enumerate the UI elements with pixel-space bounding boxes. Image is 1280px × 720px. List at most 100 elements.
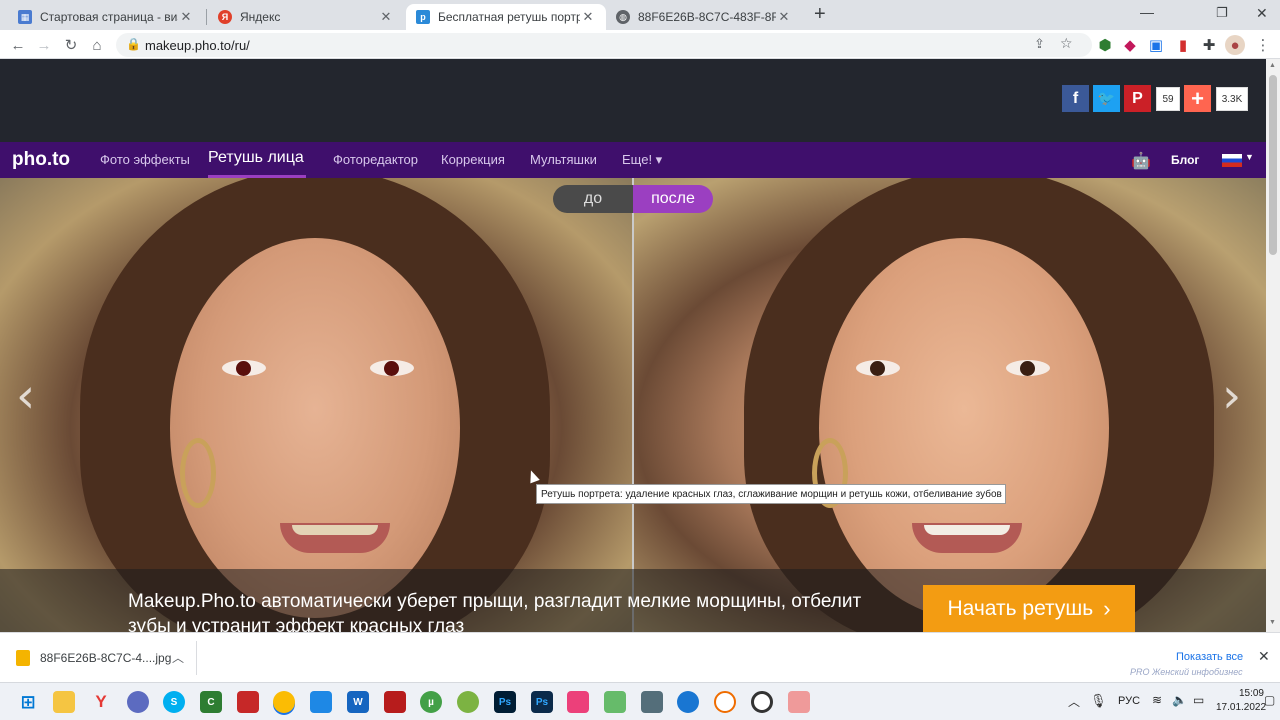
facebook-icon[interactable]: f <box>1062 85 1089 112</box>
home-icon[interactable]: ⌂ <box>87 35 107 55</box>
notepad-icon[interactable] <box>310 691 332 713</box>
word-icon[interactable]: W <box>347 691 369 713</box>
tab-title: Яндекс <box>240 10 281 24</box>
tab-photo-retouch[interactable]: p Бесплатная ретушь портретных ✕ <box>406 4 606 30</box>
scroll-down-icon[interactable]: ▼ <box>1269 619 1276 626</box>
snipping-tool-icon[interactable] <box>567 691 589 713</box>
caption-bar: Makeup.Pho.to автоматически уберет прыщи… <box>0 569 1266 632</box>
nav-blog[interactable]: Блог <box>1171 153 1199 167</box>
photo-icon: p <box>416 10 430 24</box>
android-icon[interactable]: 🤖 <box>1131 151 1151 171</box>
tab-start-page[interactable]: ▦ Стартовая страница - визуальн ✕ <box>8 4 204 30</box>
windows-start-icon[interactable]: ⊞ <box>17 691 39 713</box>
nav-photo-editor[interactable]: Фоторедактор <box>333 152 418 167</box>
clock-date[interactable]: 17.01.2022 <box>1216 702 1266 713</box>
nav-cartoons[interactable]: Мультяшки <box>530 152 597 167</box>
nav-correction[interactable]: Коррекция <box>441 152 505 167</box>
photoshop-alt-icon[interactable]: Ps <box>531 691 553 713</box>
chrome-icon[interactable] <box>273 691 295 713</box>
close-window-button[interactable]: ✕ <box>1256 5 1268 22</box>
main-nav: pho.to Фото эффекты Ретушь лица Фотореда… <box>0 142 1266 178</box>
tab-image[interactable]: ◍ 88F6E26B-8C7C-483F-8F9B-AF2 ✕ <box>606 4 802 30</box>
close-icon[interactable]: ✕ <box>776 9 792 25</box>
before-button[interactable]: до <box>553 185 633 213</box>
start-retouch-label: Начать ретушь <box>947 596 1094 620</box>
hero-caption: Makeup.Pho.to автоматически уберет прыщи… <box>128 591 862 632</box>
puzzle-icon[interactable]: ✚ <box>1199 35 1219 55</box>
minimize-button[interactable]: — <box>1140 4 1154 20</box>
close-icon[interactable]: ✕ <box>580 9 596 25</box>
page-scrollbar[interactable]: ▲ ▼ <box>1266 59 1280 632</box>
new-tab-button[interactable]: + <box>814 3 826 26</box>
extension-color-icon[interactable]: ◆ <box>1120 35 1140 55</box>
start-retouch-button[interactable]: Начать ретушь › <box>923 585 1135 632</box>
close-icon[interactable]: ✕ <box>378 9 394 25</box>
share-icon[interactable]: ⇪ <box>1034 36 1045 52</box>
wifi-icon[interactable]: ≋ <box>1152 693 1162 707</box>
media-player-icon[interactable] <box>714 691 736 713</box>
nav-face-retouch[interactable]: Ретушь лица <box>208 149 304 167</box>
pinterest-count: 59 <box>1156 87 1180 111</box>
addthis-plus-icon[interactable]: + <box>1184 85 1211 112</box>
close-icon[interactable]: ✕ <box>178 9 194 25</box>
chevron-down-icon[interactable]: ▼ <box>1245 152 1254 162</box>
download-file-name[interactable]: 88F6E26B-8C7C-4....jpg <box>40 651 171 665</box>
star-icon[interactable]: ☆ <box>1060 35 1073 52</box>
avatar[interactable]: ● <box>1225 35 1245 55</box>
slider-divider[interactable] <box>632 178 634 632</box>
pdf-app-icon[interactable] <box>384 691 406 713</box>
web-page: f 🐦 P 59 + 3.3K pho.to Фото эффекты Рету… <box>0 59 1266 632</box>
notification-icon[interactable]: ▢ <box>1264 693 1275 707</box>
before-after-slider[interactable]: до после ‹ › Ретушь портрета: удаление к… <box>0 178 1266 632</box>
clock-time[interactable]: 15:09 <box>1216 688 1264 699</box>
volume-icon[interactable]: 🔈 <box>1172 693 1187 707</box>
menu-kebab-icon[interactable]: ⋮ <box>1253 35 1273 55</box>
forward-icon[interactable]: → <box>34 35 54 55</box>
red-app-icon[interactable] <box>237 691 259 713</box>
nav-photo-effects[interactable]: Фото эффекты <box>100 152 190 167</box>
droplet-app-icon[interactable] <box>127 691 149 713</box>
scroll-up-icon[interactable]: ▲ <box>1269 62 1276 69</box>
globe-app-icon[interactable] <box>677 691 699 713</box>
before-after-toggle: до после <box>553 185 713 213</box>
extension-shield-icon[interactable]: ⬢ <box>1095 35 1115 55</box>
extension-n-icon[interactable]: ▣ <box>1146 35 1166 55</box>
skype-icon[interactable]: S <box>163 691 185 713</box>
twitter-icon[interactable]: 🐦 <box>1093 85 1120 112</box>
maximize-button[interactable]: ❐ <box>1216 5 1228 21</box>
green-leaf-app-icon[interactable] <box>604 691 626 713</box>
close-icon[interactable]: ✕ <box>1258 648 1270 665</box>
extension-flag-icon[interactable]: ▮ <box>1173 35 1193 55</box>
chevron-up-icon[interactable]: ︿ <box>172 649 184 666</box>
language-indicator[interactable]: РУС <box>1118 695 1140 707</box>
pink-app-icon[interactable] <box>788 691 810 713</box>
tab-yandex[interactable]: Я Яндекс ✕ <box>208 4 404 30</box>
record-app-icon[interactable] <box>751 691 773 713</box>
address-bar[interactable]: 🔒 makeup.pho.to/ru/ ⇪ ☆ <box>116 33 1092 57</box>
after-button[interactable]: после <box>633 185 713 213</box>
scrollbar-thumb[interactable] <box>1269 75 1277 255</box>
url-text: makeup.pho.to/ru/ <box>145 38 250 53</box>
green-circle-app-icon[interactable] <box>457 691 479 713</box>
photoshop-icon[interactable]: Ps <box>494 691 516 713</box>
browser-toolbar: ← → ↻ ⌂ 🔒 makeup.pho.to/ru/ ⇪ ☆ ⬢ ◆ ▣ ▮ … <box>0 30 1280 59</box>
show-all-link[interactable]: Показать все <box>1176 651 1243 663</box>
pinterest-icon[interactable]: P <box>1124 85 1151 112</box>
back-icon[interactable]: ← <box>8 35 28 55</box>
next-arrow-icon[interactable]: › <box>1222 368 1241 424</box>
file-explorer-icon[interactable] <box>53 691 75 713</box>
nav-more[interactable]: Еще! ▾ <box>622 152 662 168</box>
russian-flag-icon[interactable] <box>1222 154 1242 167</box>
image-viewer-icon[interactable] <box>641 691 663 713</box>
yandex-browser-icon[interactable]: Y <box>90 691 112 713</box>
battery-icon[interactable]: ▭ <box>1193 693 1204 707</box>
left-eye <box>222 360 266 376</box>
green-app-icon[interactable]: C <box>200 691 222 713</box>
prev-arrow-icon[interactable]: ‹ <box>16 368 35 424</box>
image-file-icon <box>16 650 30 666</box>
reload-icon[interactable]: ↻ <box>61 35 81 55</box>
utorrent-icon[interactable]: µ <box>420 691 442 713</box>
logo[interactable]: pho.to <box>12 149 70 171</box>
microphone-icon[interactable]: 🎙 <box>1090 693 1107 709</box>
tray-chevron-up-icon[interactable]: ︿ <box>1068 693 1080 710</box>
